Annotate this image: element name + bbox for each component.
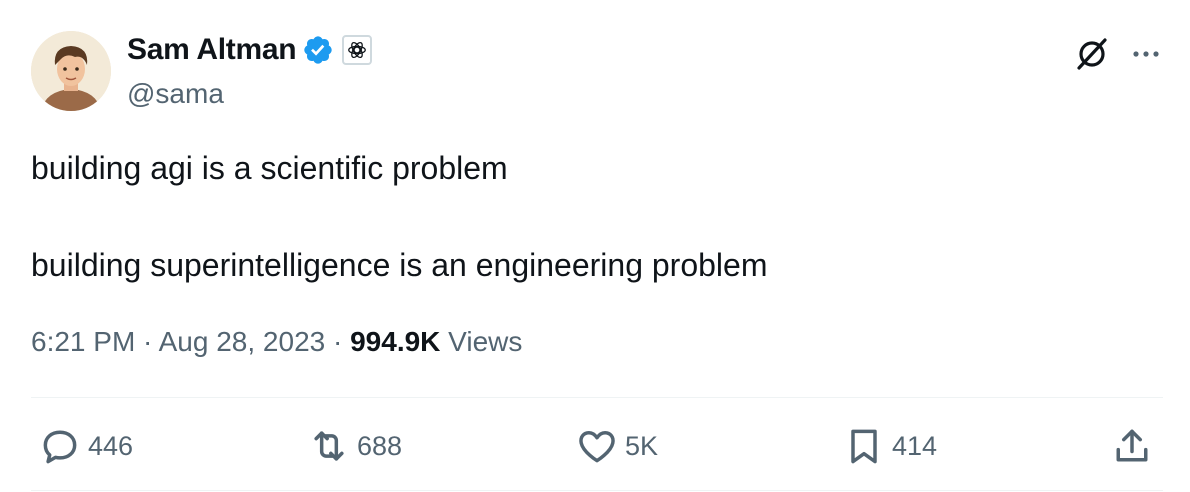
heart-icon — [575, 424, 619, 468]
meta-separator: · — [325, 326, 351, 357]
divider — [31, 397, 1163, 398]
share-button[interactable] — [1110, 424, 1154, 468]
reply-count: 446 — [88, 430, 134, 461]
author-handle[interactable]: @sama — [127, 78, 224, 110]
divider — [31, 490, 1163, 491]
like-count: 5K — [625, 430, 659, 461]
more-icon[interactable] — [1128, 36, 1164, 72]
tweet-meta: 6:21 PM · Aug 28, 2023 · 994.9K Views — [31, 326, 522, 358]
bookmark-button[interactable]: 414 — [842, 424, 937, 468]
bookmark-icon — [842, 424, 886, 468]
openai-logo-icon[interactable] — [342, 35, 373, 65]
reply-button[interactable]: 446 — [38, 424, 133, 468]
retweet-button[interactable]: 688 — [307, 424, 402, 468]
tweet-text-line-1: building agi is a scientific problem — [31, 150, 508, 186]
retweet-icon — [307, 424, 351, 468]
share-icon — [1110, 424, 1154, 468]
author-name-row: Sam Altman — [127, 33, 373, 67]
tweet-text-line-2: building superintelligence is an enginee… — [31, 247, 768, 283]
retweet-count: 688 — [357, 430, 403, 461]
views-label: Views — [440, 326, 523, 357]
tweet-date[interactable]: Aug 28, 2023 — [159, 326, 326, 357]
verified-badge-icon[interactable] — [302, 34, 334, 66]
tweet-card: Sam Altman @sama building agi is a scien… — [0, 0, 1190, 492]
grok-icon[interactable] — [1072, 34, 1112, 74]
author-name[interactable]: Sam Altman — [127, 33, 297, 67]
reply-icon — [38, 424, 82, 468]
avatar[interactable] — [31, 31, 111, 111]
bookmark-count: 414 — [892, 430, 938, 461]
like-button[interactable]: 5K — [575, 424, 658, 468]
tweet-time[interactable]: 6:21 PM — [31, 326, 135, 357]
views-count[interactable]: 994.9K — [350, 326, 440, 357]
meta-separator: · — [135, 326, 159, 357]
